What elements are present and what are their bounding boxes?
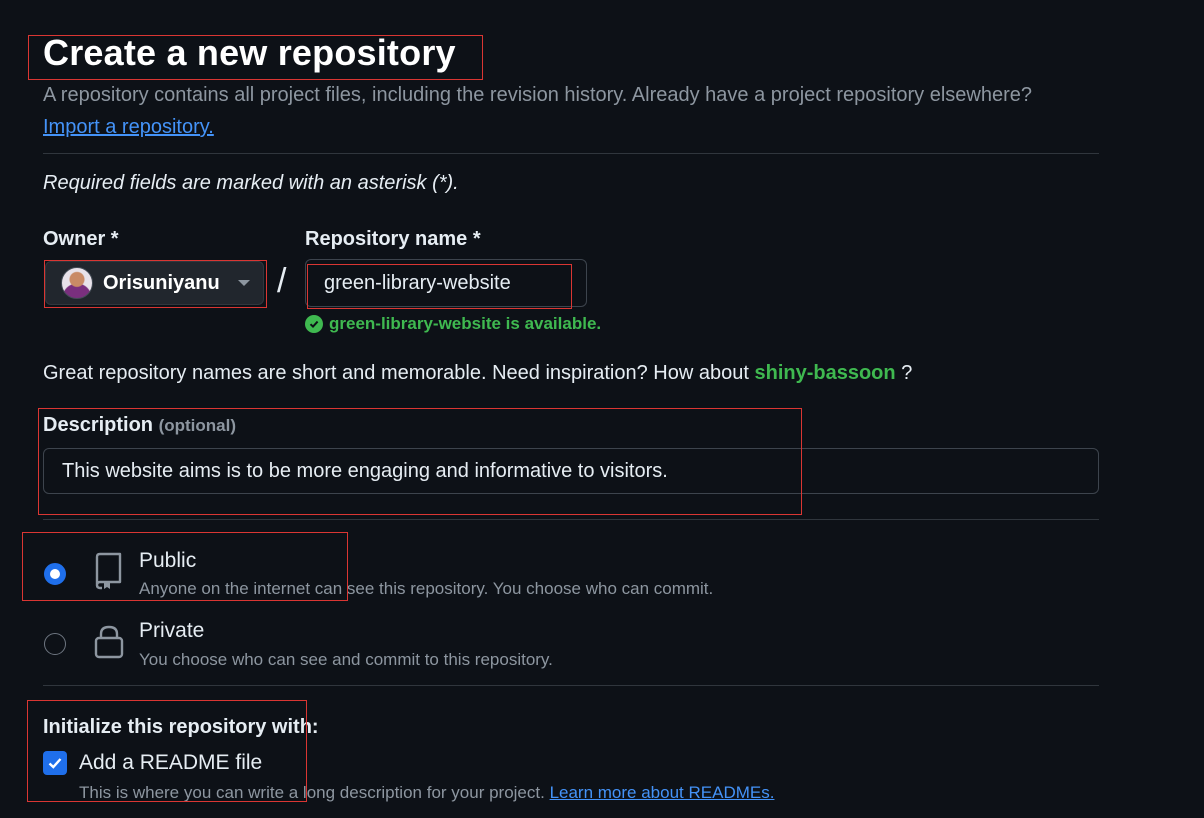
initialize-heading: Initialize this repository with: [43,716,319,738]
page-title: Create a new repository [43,32,456,73]
lock-icon [93,624,125,665]
page-subtitle: A repository contains all project files,… [43,84,1033,106]
owner-dropdown[interactable]: Orisuniyanu [45,261,264,305]
description-label-text: Description [43,414,154,436]
public-option-title[interactable]: Public [139,549,196,573]
owner-label: Owner * [43,228,119,250]
divider [43,685,1099,686]
description-label: Description (optional) [43,414,236,437]
suggested-name-link[interactable]: shiny-bassoon [754,362,895,384]
check-icon [48,758,62,769]
private-option-desc: You choose who can see and commit to thi… [139,650,553,669]
owner-name: Orisuniyanu [103,271,220,294]
required-fields-note: Required fields are marked with an aster… [43,172,459,194]
suggestion-suffix: ? [901,362,913,384]
repo-name-label: Repository name * [305,228,481,250]
readme-desc-text: This is where you can write a long descr… [79,783,545,802]
learn-more-readmes-link[interactable]: Learn more about READMEs. [550,783,775,802]
chevron-down-icon [237,280,250,286]
description-input[interactable] [43,448,1099,494]
private-option-title[interactable]: Private [139,619,204,643]
check-circle-icon [305,315,323,333]
repo-name-input[interactable] [305,259,587,307]
public-option-desc: Anyone on the internet can see this repo… [139,579,714,598]
import-repository-link[interactable]: Import a repository. [43,116,214,139]
divider [43,519,1099,520]
public-radio[interactable] [44,563,66,585]
availability-message: green-library-website is available. [305,314,601,334]
optional-tag: (optional) [158,416,237,435]
readme-checkbox[interactable] [43,751,67,775]
suggestion-prefix: Great repository names are short and mem… [43,362,749,384]
readme-label[interactable]: Add a README file [79,751,262,775]
avatar [61,267,93,299]
repo-icon [92,552,124,595]
private-radio[interactable] [44,633,66,655]
readme-description: This is where you can write a long descr… [79,783,774,803]
owner-repo-separator: / [277,262,287,300]
name-suggestion: Great repository names are short and mem… [43,362,912,385]
availability-text: green-library-website is available. [329,314,602,333]
divider [43,153,1099,154]
